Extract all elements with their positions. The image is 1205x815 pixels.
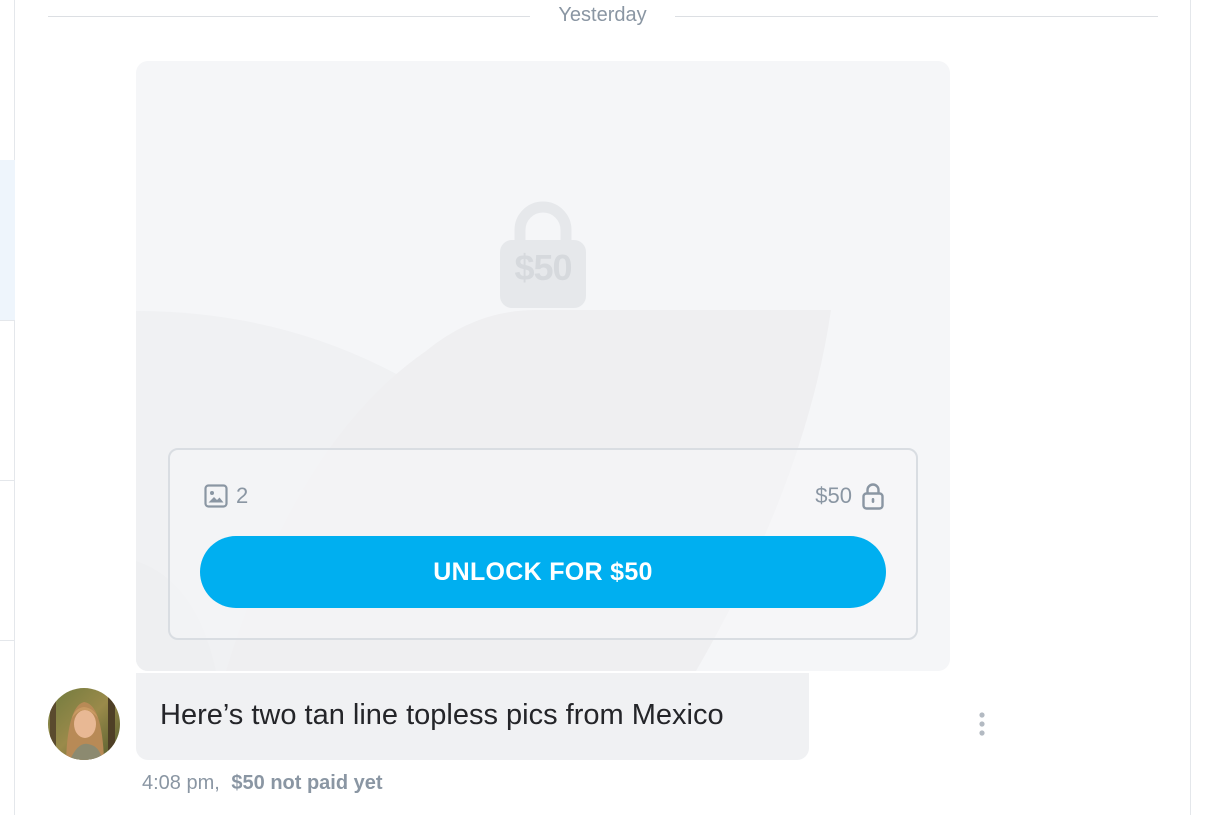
- lock-overlay-price: $50: [514, 247, 572, 288]
- unlock-button[interactable]: UNLOCK FOR $50: [200, 536, 886, 608]
- more-vertical-icon[interactable]: [970, 710, 994, 738]
- avatar[interactable]: [48, 688, 120, 760]
- price-label: $50: [815, 483, 852, 508]
- purchase-info-box: 2 $50 UNLOCK FOR $50: [168, 448, 918, 640]
- date-divider-label: Yesterday: [558, 4, 647, 26]
- right-divider: [1190, 0, 1191, 815]
- payment-status: $50 not paid yet: [231, 772, 383, 794]
- lock-icon: [862, 483, 884, 510]
- media-count-value: 2: [236, 483, 249, 508]
- sidebar-active-item[interactable]: [0, 160, 15, 320]
- chat-page: Yesterday $50 2 $50 UNLOCK FOR $50 Here’…: [0, 0, 1205, 815]
- image-icon: [204, 484, 228, 508]
- message-text: Here’s two tan line topless pics from Me…: [160, 699, 724, 731]
- message-time: 4:08 pm,: [142, 772, 220, 794]
- media-count: 2: [204, 483, 248, 509]
- message-bubble[interactable]: Here’s two tan line topless pics from Me…: [136, 673, 809, 760]
- locked-media-card[interactable]: $50 2 $50 UNLOCK FOR $50: [136, 61, 950, 671]
- sidebar-edge: [0, 0, 15, 815]
- price-row: $50: [815, 482, 884, 510]
- message-meta: 4:08 pm, $50 not paid yet: [142, 772, 383, 795]
- date-divider: Yesterday: [48, 0, 1158, 32]
